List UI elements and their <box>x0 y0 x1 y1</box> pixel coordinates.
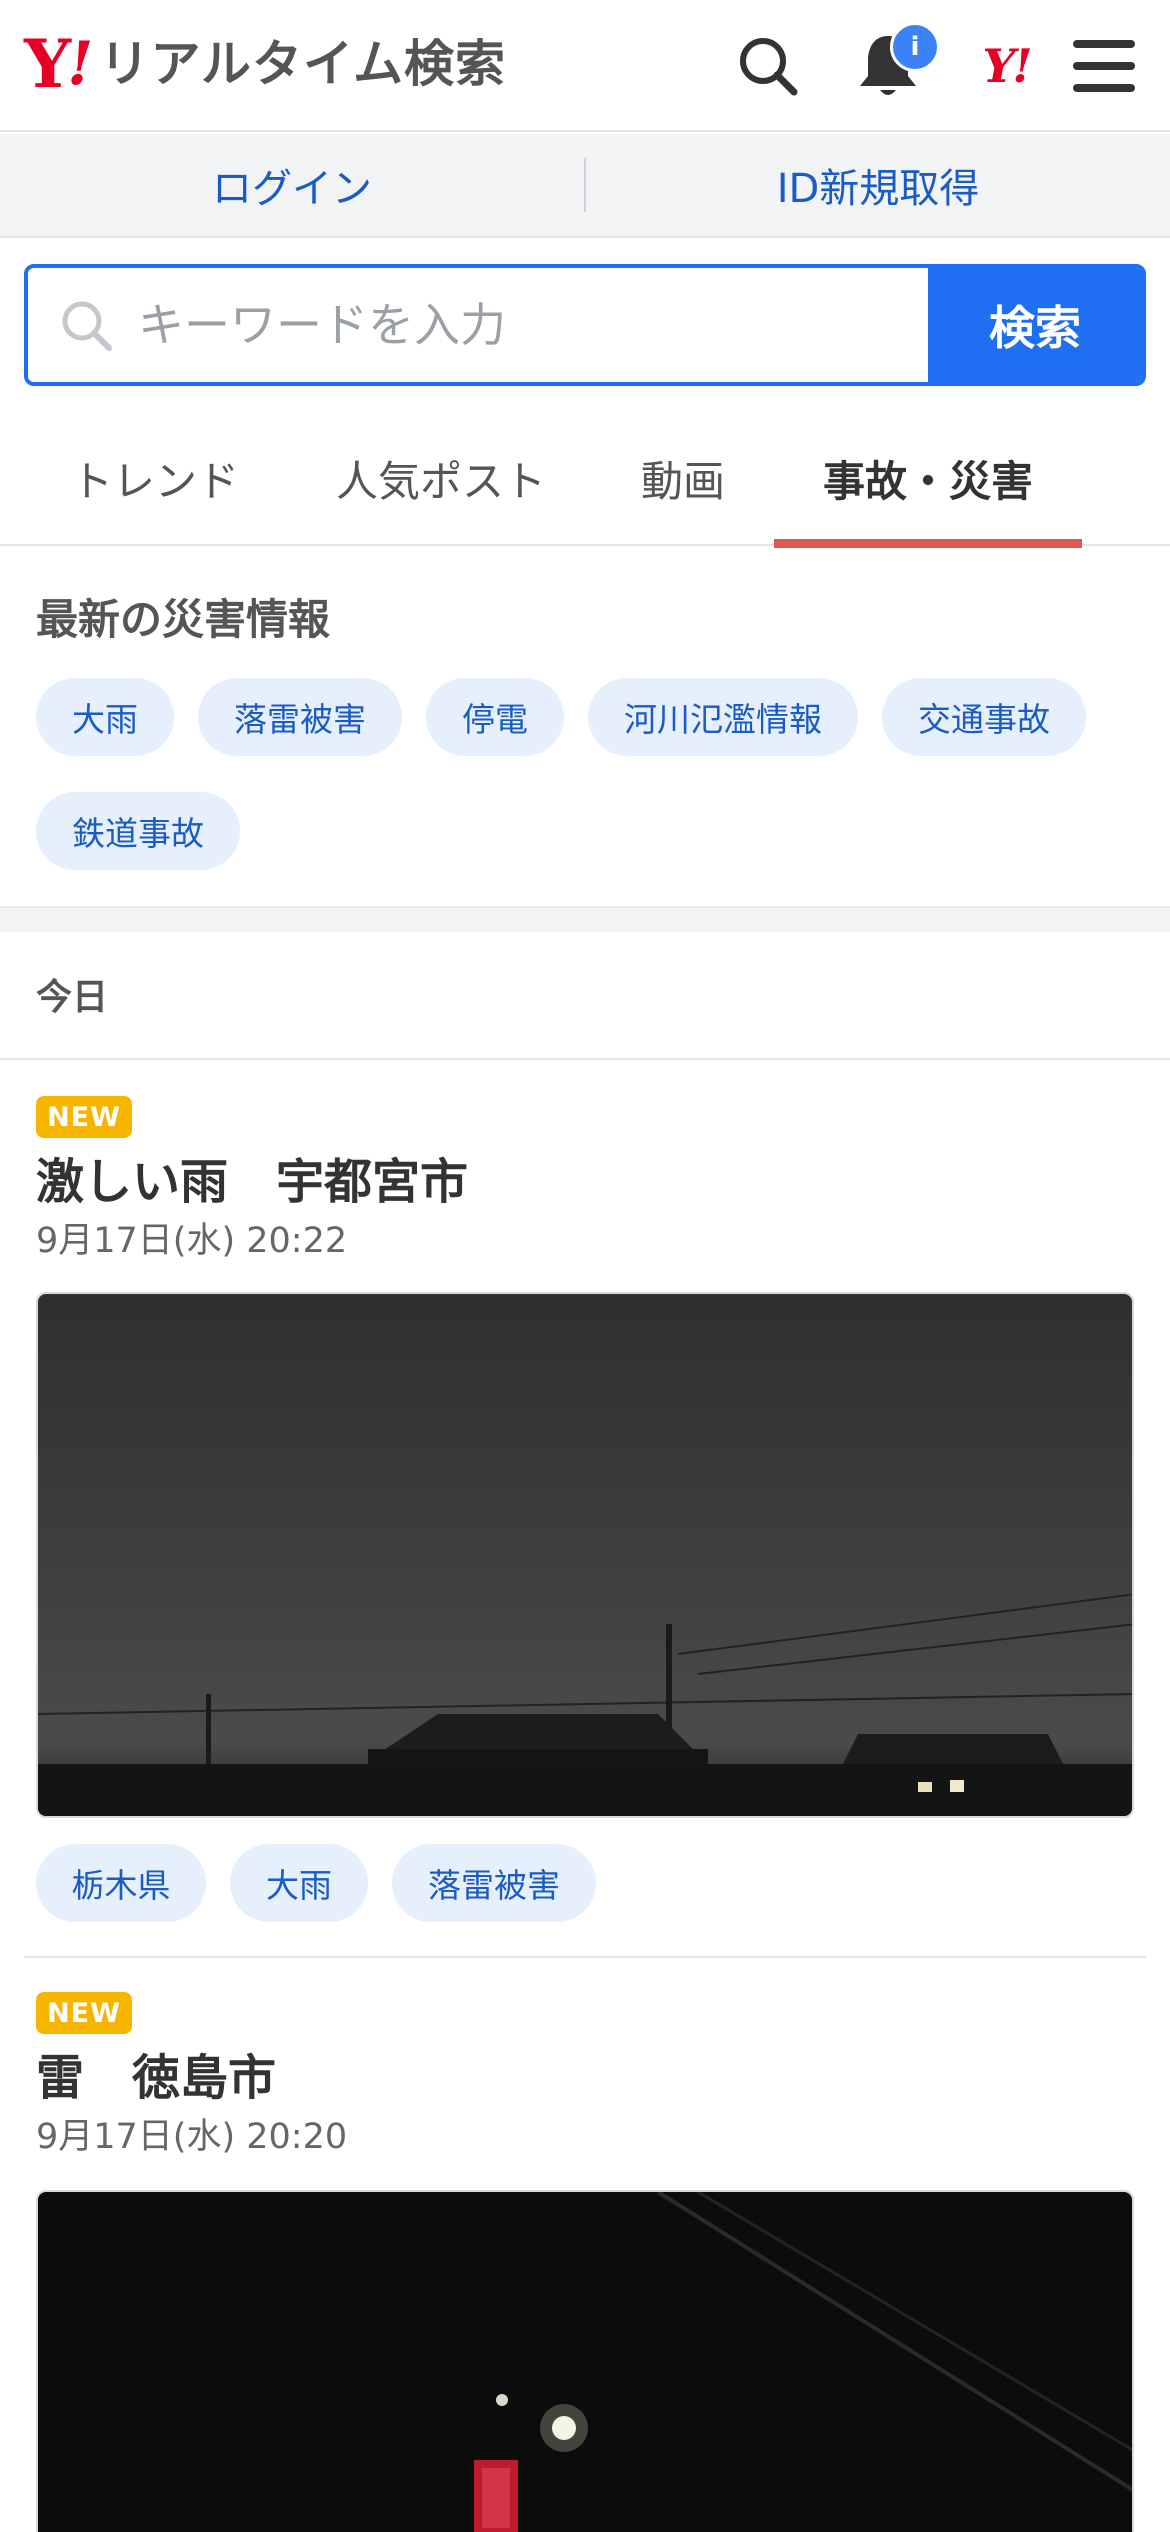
disaster-chip[interactable]: 交通事故 <box>882 678 1086 756</box>
date-heading: 今日 <box>36 977 109 1018</box>
tab-videos[interactable]: 動画 <box>616 410 750 546</box>
section-title: 最新の災害情報 <box>36 595 331 644</box>
login-link[interactable]: ログイン <box>0 156 584 214</box>
category-tabs: トレンド 人気ポスト 動画 事故・災害 <box>0 410 1170 548</box>
register-link[interactable]: ID新規取得 <box>586 156 1170 214</box>
disaster-chip[interactable]: 停電 <box>426 678 564 756</box>
disaster-chip[interactable]: 落雷被害 <box>198 678 402 756</box>
post-date: 9月17日(水) 20:22 <box>36 1221 348 1261</box>
section-gap <box>0 906 1170 932</box>
night-street-photo <box>38 2192 1132 2532</box>
post-tag[interactable]: 大雨 <box>230 1844 368 1922</box>
yahoo-realtime-logo[interactable]: Y ! リアルタイム検索 <box>24 28 506 100</box>
tab-accidents-disasters[interactable]: 事故・災害 <box>774 410 1082 548</box>
post-title[interactable]: 激しい雨 宇都宮市 <box>36 1142 468 1212</box>
header-search-button[interactable] <box>728 26 808 106</box>
tab-popular-posts[interactable]: 人気ポスト <box>316 410 566 546</box>
search-submit-button[interactable]: 検索 <box>928 268 1142 382</box>
logo-y-mark: Y <box>24 25 71 103</box>
logo-exclamation: ! <box>67 29 94 99</box>
post-tag[interactable]: 落雷被害 <box>392 1844 596 1922</box>
search-box: 検索 <box>24 264 1146 386</box>
divider <box>0 1058 1170 1060</box>
post-title[interactable]: 雷 徳島市 <box>36 2038 276 2108</box>
search-icon <box>62 301 112 351</box>
notification-button[interactable]: i <box>848 22 940 106</box>
notification-badge: i <box>890 22 940 72</box>
disaster-chip[interactable]: 鉄道事故 <box>36 792 240 870</box>
disaster-chip[interactable]: 河川氾濫情報 <box>588 678 858 756</box>
divider <box>24 1956 1146 1958</box>
new-badge: NEW <box>36 1992 132 2034</box>
post-photo[interactable] <box>36 2190 1134 2532</box>
logo-text: リアルタイム検索 <box>99 35 506 93</box>
menu-icon <box>1073 40 1135 92</box>
yahoo-mini-logo: Y! <box>982 39 1032 93</box>
post-date: 9月17日(水) 20:20 <box>36 2117 348 2157</box>
app-header: Y ! リアルタイム検索 i Y! <box>0 0 1170 132</box>
tab-trend[interactable]: トレンド <box>44 410 266 546</box>
disaster-chip[interactable]: 大雨 <box>36 678 174 756</box>
yahoo-home-link[interactable]: Y! <box>966 26 1046 106</box>
search-input[interactable] <box>138 298 838 352</box>
post-photo[interactable] <box>36 1292 1134 1818</box>
search-icon <box>740 38 798 96</box>
menu-button[interactable] <box>1064 26 1144 106</box>
login-bar: ログイン ID新規取得 <box>0 134 1170 238</box>
search-field[interactable] <box>28 268 928 382</box>
post-tag[interactable]: 栃木県 <box>36 1844 206 1922</box>
new-badge: NEW <box>36 1096 132 1138</box>
night-sky-photo <box>38 1294 1132 1816</box>
disaster-info-section: 最新の災害情報 大雨 落雷被害 停電 河川氾濫情報 交通事故 鉄道事故 <box>0 548 1170 906</box>
